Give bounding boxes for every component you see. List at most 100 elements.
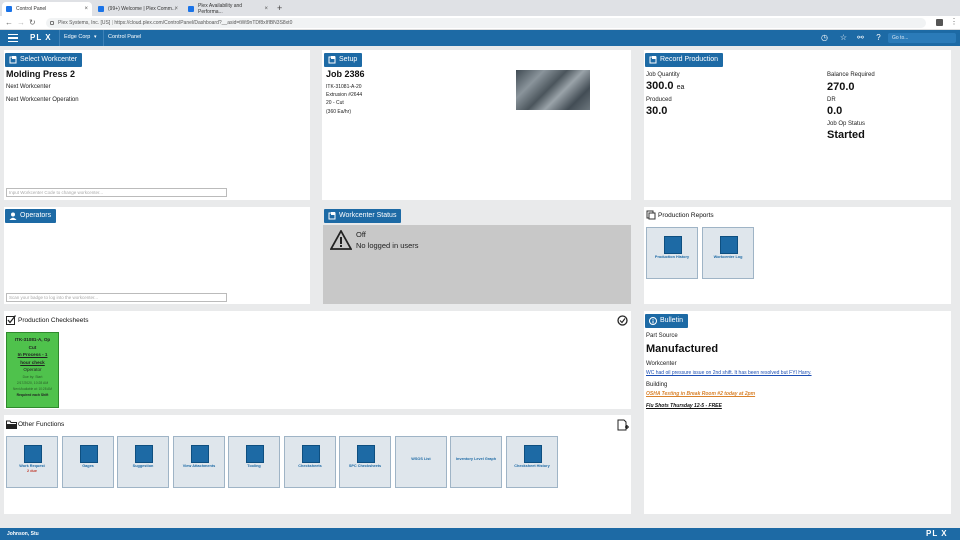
work-request-icon [24,445,42,463]
tile-checksheet-history[interactable]: Checksheet History [506,436,558,488]
tile-label: Inventory Level Graph [455,457,497,461]
gages-icon [80,445,98,463]
chevron-down-icon[interactable]: ▾ [94,34,97,40]
add-document-icon[interactable] [617,419,629,431]
tab-close-icon[interactable]: × [84,6,88,12]
tab-favicon-icon [6,6,12,12]
tile-inventory-level-graph[interactable]: Inventory Level Graph [450,436,502,488]
bulletin-button[interactable]: Bulletin [645,314,688,328]
tile-checksheets[interactable]: Checksheets [284,436,336,488]
browser-tab-control-panel[interactable]: Control Panel × [2,2,92,16]
current-user[interactable]: Johnson, Stu [7,531,39,537]
tile-gages[interactable]: Gages [62,436,114,488]
part-image [516,70,590,110]
bulletin-workcenter-label: Workcenter [646,361,677,367]
job-number: Job 2386 [326,69,365,79]
tab-close-icon[interactable]: × [174,6,178,12]
reports-icon [646,210,656,220]
tab-close-icon[interactable]: × [264,6,268,12]
badge-scan-input[interactable]: Scan your badge to log into the workcent… [6,293,227,302]
part-number: ITK-31081-A-20 [326,84,362,90]
lock-icon [50,21,54,25]
tile-wsos-list[interactable]: WSOS List [395,436,447,488]
select-workcenter-button[interactable]: Select Workcenter [5,53,83,67]
production-reports-title: Production Reports [658,212,714,219]
checksheet-card[interactable]: ITK-31081-A, Op Cut In Process - 1 hour … [6,332,59,408]
nav-divider [59,30,60,46]
paperclip-icon [191,445,209,463]
url-field[interactable]: Plex Systems, Inc. [US] | https://cloud.… [46,18,926,28]
tile-production-history[interactable]: Production History [646,227,698,279]
other-functions-panel: Other Functions Work Request 2 due Gages… [4,415,631,514]
star-icon[interactable]: ☆ [839,33,848,42]
job-quantity-value: 300.0 ea [646,80,684,92]
profile-icon[interactable] [936,19,943,26]
card-freq: Required each Shift [16,392,49,397]
clock-icon[interactable]: ◷ [820,33,829,42]
plex-logo[interactable]: PL X [30,33,52,42]
warning-icon [330,230,352,250]
workcenter-status-button[interactable]: Workcenter Status [324,209,402,223]
setup-button[interactable]: Setup [324,53,363,67]
bulletin-panel: Bulletin Part Source Manufactured Workce… [644,311,951,514]
reload-icon[interactable]: ↻ [29,18,36,27]
menu-dots-icon[interactable]: ⋮ [950,17,958,26]
tile-work-request[interactable]: Work Request 2 due [6,436,58,488]
card-next: Next Available at: 10:28 AM [13,386,52,391]
new-tab-button[interactable]: + [277,3,282,13]
folder-icon [6,420,17,429]
refresh-icon[interactable] [617,315,628,326]
workcenter-bulletin-link[interactable]: WC had oil pressure issue on 2nd shift. … [646,370,812,376]
tile-tooling[interactable]: Tooling [228,436,280,488]
site-info: Plex Systems, Inc. [US] [58,20,111,26]
tile-label: Production History [654,255,690,259]
workcenter-input-placeholder: Input Workcenter Code to change workcent… [9,190,103,195]
workcenter-log-icon [720,236,738,254]
browser-tab-availability[interactable]: Plex Availability and Performa... × [184,2,272,16]
record-production-icon [649,56,657,64]
building-bulletin-link-2[interactable]: Flu Shots Thursday 12-5 - FREE [646,403,722,409]
part-source-label: Part Source [646,333,678,339]
goto-search-input[interactable]: Go to... [888,33,956,43]
tile-sub: 2 due [27,469,37,473]
forward-arrow-icon[interactable]: → [17,18,25,27]
balance-value: 270.0 [827,81,855,93]
tile-suggestion[interactable]: Suggestion [117,436,169,488]
job-op-status-value: Started [827,129,865,141]
select-workcenter-label: Select Workcenter [20,56,78,63]
setup-label: Setup [339,56,358,63]
company-selector[interactable]: Edge Corp [64,34,90,40]
production-checksheets-panel: Production Checksheets ITK-31081-A, Op C… [4,311,631,409]
tile-spc-checksheets[interactable]: SPC Checksheets [339,436,391,488]
workcenter-code-input[interactable]: Input Workcenter Code to change workcent… [6,188,227,197]
next-workcenter-label: Next Workcenter [6,84,51,90]
help-icon[interactable]: ? [874,33,883,42]
setup-icon [328,56,336,64]
link-icon[interactable]: ⚯ [856,33,865,42]
suggestion-icon [135,445,153,463]
tile-view-attachments[interactable]: View Attachments [173,436,225,488]
record-production-label: Record Production [660,56,718,63]
tile-workcenter-log[interactable]: Workcenter Log [702,227,754,279]
browser-tab-welcome[interactable]: (99+) Welcome | Plex Comm... × [94,2,182,16]
badge-scan-placeholder: Scan your badge to log into the workcent… [9,295,99,300]
building-bulletin-link-1[interactable]: OSHA Testing in Break Room #2 today at 2… [646,391,755,397]
job-details: ITK-31081-A-20 Extrusion #2644 20 - Cut … [326,83,362,116]
tool-name: Extrusion #2644 [326,92,363,99]
status-box: Off No logged in users [323,225,631,304]
tile-label: Checksheets [298,464,322,468]
card-status: In Process - 1 [17,352,48,357]
record-production-button[interactable]: Record Production [645,53,723,67]
status-users: No logged in users [356,241,419,250]
back-arrow-icon[interactable]: ← [5,18,13,27]
breadcrumb[interactable]: Control Panel [108,34,141,40]
footer-bar: Johnson, Stu PL X [0,528,960,540]
goto-placeholder: Go to... [892,35,909,41]
job-quantity-unit: ea [676,84,685,91]
footer-logo: PL X [926,529,948,538]
card-status-2: hour check [20,359,45,365]
operation: 20 - Cut [326,100,344,107]
hamburger-menu-icon[interactable] [8,34,18,42]
status-state: Off [356,230,366,239]
operators-button[interactable]: Operators [5,209,57,223]
